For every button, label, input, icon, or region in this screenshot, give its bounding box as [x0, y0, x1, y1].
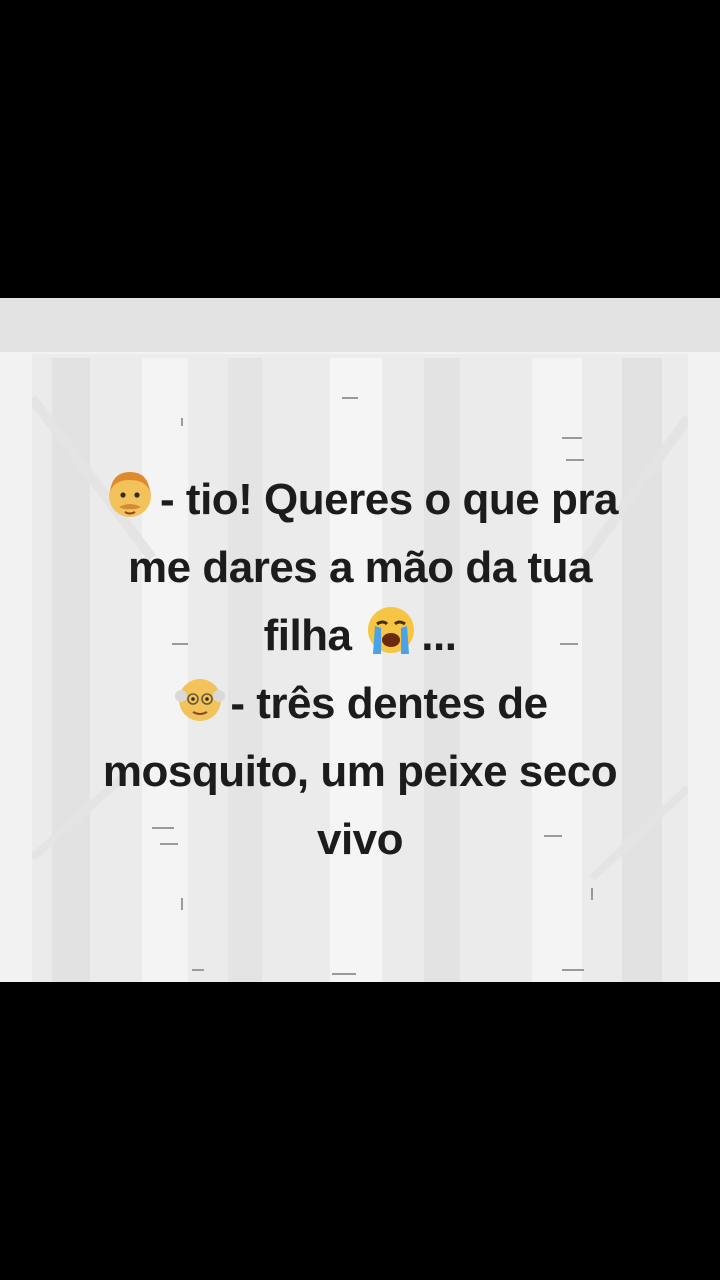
bottom-letterbox	[0, 982, 720, 1280]
post-header-bar	[0, 298, 720, 354]
top-letterbox	[0, 0, 720, 298]
post-frame: - tio! Queres o que pra me dares a mão d…	[0, 298, 720, 982]
post-margin-right	[688, 354, 720, 982]
screen: - tio! Queres o que pra me dares a mão d…	[0, 0, 720, 1280]
old-man-face-icon	[175, 679, 226, 721]
man-face-icon	[109, 472, 152, 517]
post-margin-left	[0, 354, 32, 982]
text-line-1: - tio! Queres o que pra	[32, 466, 688, 534]
text-line-2: me dares a mão da tua	[128, 543, 592, 592]
text-line-3: filha ...	[32, 602, 688, 670]
text-line-6: vivo	[316, 815, 404, 864]
text-line-4: - três dentes de	[32, 670, 688, 738]
text-line-5: mosquito, um peixe seco	[102, 747, 618, 796]
crying-face-icon	[368, 607, 415, 654]
post-image: - tio! Queres o que pra me dares a mão d…	[32, 358, 688, 982]
joke-text: - tio! Queres o que pra me dares a mão d…	[32, 466, 688, 874]
